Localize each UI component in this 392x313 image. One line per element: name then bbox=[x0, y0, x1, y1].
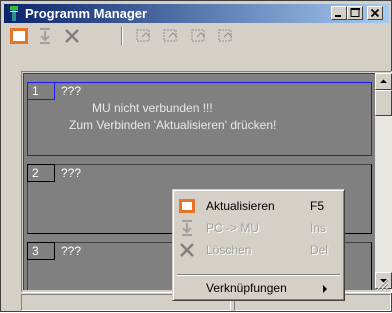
program-slot-1[interactable]: 1 ??? MU nicht verbunden !!! Zum Verbind… bbox=[27, 82, 372, 156]
minimize-button[interactable] bbox=[331, 6, 347, 20]
transfer-icon bbox=[182, 220, 192, 236]
programm-manager-window: Programm Manager 1 ??? MU nicht verbunde… bbox=[0, 0, 392, 312]
maximize-button[interactable] bbox=[347, 6, 363, 20]
window-title: Programm Manager bbox=[25, 6, 148, 21]
submenu-arrow-icon bbox=[323, 285, 327, 293]
close-button[interactable] bbox=[367, 6, 383, 20]
toolbar-delete-button[interactable] bbox=[63, 27, 81, 45]
delete-icon bbox=[180, 243, 194, 257]
arrow-up-icon bbox=[380, 79, 387, 83]
slot-name: ??? bbox=[61, 166, 82, 180]
link-icon bbox=[163, 29, 178, 42]
slot-hint-message: Zum Verbinden 'Aktualisieren' drücken! bbox=[69, 118, 277, 132]
menu-item-label: Aktualisieren bbox=[206, 199, 275, 213]
toolbar-separator bbox=[121, 27, 123, 45]
minimize-icon bbox=[335, 15, 341, 17]
refresh-icon bbox=[179, 199, 195, 213]
app-icon bbox=[10, 6, 18, 21]
toolbar-refresh-button[interactable] bbox=[10, 27, 28, 45]
slot-status-message: MU nicht verbunden !!! bbox=[92, 101, 213, 115]
menu-item-label: PC -> MU bbox=[206, 221, 260, 235]
slot-number: 1 bbox=[27, 82, 55, 100]
menu-item-shortcut: F5 bbox=[310, 199, 325, 213]
menu-item-loeschen[interactable]: Löschen Del bbox=[176, 239, 341, 261]
menu-item-pc-to-mu[interactable]: PC -> MU Ins bbox=[176, 217, 341, 239]
menu-item-label: Verknüpfungen bbox=[206, 281, 287, 295]
menu-item-shortcut: Ins bbox=[310, 221, 327, 235]
resize-grip-icon[interactable] bbox=[373, 275, 389, 291]
slot-number: 3 bbox=[27, 242, 55, 260]
toolbar-link-button-1[interactable] bbox=[135, 27, 153, 45]
toolbar bbox=[4, 24, 389, 48]
menu-item-verknuepfungen[interactable]: Verknüpfungen bbox=[176, 278, 341, 298]
transfer-icon bbox=[40, 28, 50, 44]
scroll-up-button[interactable] bbox=[375, 73, 392, 90]
link-icon bbox=[191, 29, 206, 42]
toolbar-transfer-button[interactable] bbox=[36, 27, 54, 45]
toolbar-link-button-3[interactable] bbox=[190, 27, 208, 45]
toolbar-link-button-2[interactable] bbox=[162, 27, 180, 45]
slot-number: 2 bbox=[27, 164, 55, 182]
menu-item-label: Löschen bbox=[206, 243, 252, 257]
menu-item-shortcut: Del bbox=[310, 243, 329, 257]
maximize-icon bbox=[350, 8, 360, 17]
vertical-scrollbar[interactable] bbox=[375, 73, 392, 289]
refresh-icon bbox=[10, 28, 28, 44]
toolbar-link-button-4[interactable] bbox=[217, 27, 235, 45]
menu-separator bbox=[177, 274, 340, 276]
close-icon bbox=[370, 8, 380, 18]
link-icon bbox=[136, 29, 151, 42]
scroll-thumb[interactable] bbox=[375, 90, 392, 116]
menu-item-aktualisieren[interactable]: Aktualisieren F5 bbox=[176, 195, 341, 217]
link-icon bbox=[218, 29, 233, 42]
title-bar[interactable]: Programm Manager bbox=[4, 4, 389, 23]
delete-icon bbox=[65, 29, 79, 43]
slot-name: ??? bbox=[61, 84, 82, 98]
slot-name: ??? bbox=[61, 244, 82, 258]
context-menu: Aktualisieren F5 PC -> MU Ins Löschen De… bbox=[172, 189, 345, 301]
